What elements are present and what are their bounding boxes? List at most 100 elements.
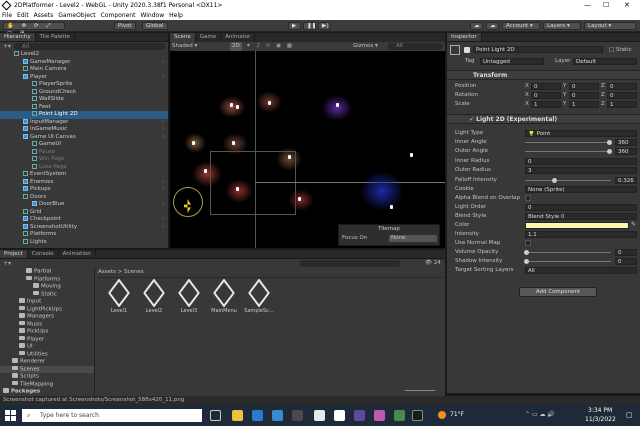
hierarchy-item[interactable]: GameUI (0, 141, 168, 149)
transform-field-x[interactable]: 0 (531, 83, 561, 90)
tab-animator[interactable]: Animator (221, 33, 256, 42)
icon-size-slider[interactable] (405, 390, 435, 391)
menu-edit[interactable]: Edit (17, 11, 29, 20)
prefab-chevron-icon[interactable]: › (162, 134, 164, 142)
mail-icon[interactable] (252, 410, 263, 421)
volume-field[interactable]: 0 (615, 249, 637, 256)
falloff-field[interactable]: 0.326 (615, 177, 637, 184)
scene-asset[interactable]: MainMenu (209, 278, 239, 314)
folder-item[interactable]: Managers (0, 313, 94, 321)
layer-dropdown[interactable]: Default (573, 58, 637, 65)
pause-button[interactable]: ❚❚ (303, 22, 316, 30)
tool-buttons[interactable]: ✋ ✥ ⟳ ⤢ ▭ ⊕ (3, 22, 65, 36)
transform-field-x[interactable]: 0 (531, 92, 561, 99)
photos-icon[interactable] (374, 410, 385, 421)
falloff-handle[interactable] (552, 178, 557, 183)
folder-item[interactable]: Input (0, 298, 94, 306)
settings-icon[interactable] (292, 410, 303, 421)
edge-icon[interactable] (272, 410, 283, 421)
folder-item[interactable]: PickUps (0, 328, 94, 336)
normal-map-checkbox[interactable] (525, 240, 531, 246)
hierarchy-item[interactable]: Enemies › (0, 178, 168, 187)
task-view-icon[interactable] (210, 410, 221, 421)
light-type-dropdown[interactable]: 💡 Point (525, 130, 637, 137)
minimize-icon[interactable]: — (584, 0, 591, 11)
clock-time[interactable]: 3:34 PM (588, 407, 612, 414)
prefab-chevron-icon[interactable]: › (162, 74, 164, 82)
hierarchy-item[interactable]: GameManager › (0, 58, 168, 67)
weather-temp[interactable]: 71°F (450, 411, 464, 418)
outer-angle-slider[interactable] (525, 151, 611, 152)
project-search-input[interactable] (300, 260, 400, 267)
hierarchy-item[interactable]: Level2 (0, 51, 168, 59)
folder-item[interactable]: Player (0, 335, 94, 344)
transform-field-z[interactable]: 1 (607, 101, 637, 108)
hierarchy-item[interactable]: Main Camera (0, 66, 168, 74)
prefab-chevron-icon[interactable]: › (162, 119, 164, 127)
transform-field-y[interactable]: 1 (569, 101, 599, 108)
eyedropper-icon[interactable]: ✎ (631, 221, 636, 228)
scene-view-toggles[interactable]: ✦ ♪ ☼ ◉ ▦ (246, 42, 294, 51)
inner-angle-slider[interactable] (525, 142, 611, 143)
hierarchy-item[interactable]: EventSystem (0, 171, 168, 179)
menu-help[interactable]: Help (169, 11, 183, 20)
windows-start-icon[interactable] (5, 410, 16, 421)
focus-on-dropdown[interactable]: None (389, 235, 437, 242)
account-dropdown[interactable]: Account ▾ (502, 22, 540, 30)
folder-item[interactable]: Music (0, 320, 94, 329)
transform-header[interactable]: Transform (447, 70, 640, 80)
menu-assets[interactable]: Assets (34, 11, 54, 20)
hierarchy-item[interactable]: PlayerSprite (0, 81, 168, 89)
menu-gameobject[interactable]: GameObject (58, 11, 95, 20)
add-icon[interactable]: +▾ (3, 43, 11, 50)
gizmos-dropdown[interactable]: Gizmos ▾ (353, 42, 378, 51)
unity-icon[interactable] (412, 410, 423, 421)
inner-angle-field[interactable]: 360 (615, 139, 637, 146)
hierarchy-item[interactable]: Win Page (0, 156, 168, 164)
notification-icon[interactable]: ▢ (626, 411, 633, 419)
folder-item[interactable]: TileMapping (0, 380, 94, 389)
blend-style-dropdown[interactable]: Blend Style 0 (525, 213, 637, 220)
maximize-icon[interactable]: ☐ (603, 0, 609, 11)
volume-handle[interactable] (524, 250, 529, 255)
hierarchy-item[interactable]: GroundCheck (0, 88, 168, 97)
clock-date[interactable]: 11/3/2022 (585, 416, 616, 423)
inner-angle-handle[interactable] (607, 140, 612, 145)
cloud-icon[interactable]: ☁ (486, 22, 499, 30)
folder-item[interactable]: Scenes (0, 365, 94, 373)
hierarchy-item[interactable]: Doors (0, 193, 168, 202)
light2d-header[interactable]: ✓ Light 2D (Experimental) (447, 114, 640, 124)
shading-dropdown[interactable]: Shaded ▾ (172, 42, 197, 51)
close-icon[interactable]: ✕ (624, 0, 630, 11)
hierarchy-item[interactable]: Lose Page (0, 163, 168, 172)
create-icon[interactable]: +▾ (3, 260, 11, 267)
scene-search-input[interactable]: All (388, 43, 443, 50)
global-toggle[interactable]: Global (142, 22, 168, 30)
tab-console[interactable]: Console (28, 250, 59, 258)
sorting-layers-dropdown[interactable]: All (525, 267, 637, 274)
transform-field-y[interactable]: 0 (569, 92, 599, 99)
tab-animation[interactable]: Animation (59, 250, 96, 258)
hierarchy-item[interactable]: ScreenshotUtility › (0, 223, 168, 232)
volume-slider[interactable] (525, 252, 611, 253)
alpha-blend-checkbox[interactable] (525, 195, 531, 201)
transform-field-z[interactable]: 0 (607, 83, 637, 90)
hierarchy-item[interactable]: InputManager › (0, 118, 168, 127)
outer-radius-field[interactable]: 3 (525, 167, 637, 174)
step-button[interactable]: ▶| (318, 22, 331, 30)
prefab-chevron-icon[interactable]: › (162, 186, 164, 194)
layout-dropdown[interactable]: Layout ▾ (584, 22, 636, 30)
layers-dropdown[interactable]: Layers ▾ (543, 22, 581, 30)
file-explorer-icon[interactable] (232, 410, 243, 421)
intensity-field[interactable]: 1.1 (525, 231, 637, 238)
chrome-icon[interactable] (314, 410, 325, 421)
scene-asset[interactable]: SampleSc... (244, 278, 274, 314)
transform-field-x[interactable]: 1 (531, 101, 561, 108)
shadow-field[interactable]: 0 (615, 258, 637, 265)
color-swatch[interactable] (525, 222, 629, 229)
breadcrumb-assets[interactable]: Assets (98, 269, 116, 275)
tag-dropdown[interactable]: Untagged (480, 58, 544, 65)
transform-field-y[interactable]: 0 (569, 83, 599, 90)
hierarchy-item[interactable]: WallSlide (0, 96, 168, 104)
prefab-chevron-icon[interactable]: › (162, 126, 164, 134)
